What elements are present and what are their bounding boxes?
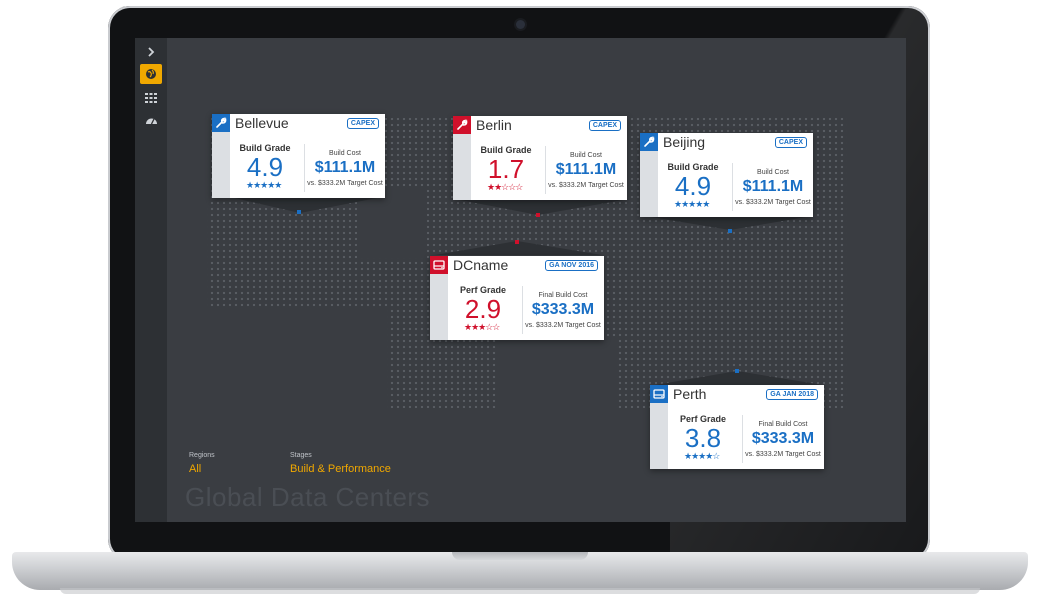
grade-value: 3.8	[684, 423, 722, 453]
grade-value: 1.7	[487, 154, 525, 184]
location-pin-bellevue[interactable]	[297, 210, 301, 214]
card-tag: CAPEX	[774, 137, 807, 148]
map-mask	[847, 118, 906, 408]
card-tag: CAPEX	[346, 118, 379, 129]
target-cost: vs. $333.2M Target Cost	[735, 199, 811, 206]
globe-icon[interactable]	[140, 64, 162, 84]
card-pointer	[230, 197, 382, 213]
location-pin-beijing[interactable]	[728, 229, 732, 233]
grade-value: 4.9	[674, 171, 712, 201]
card-title: Perth	[673, 386, 707, 402]
regions-filter[interactable]: Regions All	[189, 452, 215, 475]
sidebar	[135, 38, 167, 522]
cost-value: $111.1M	[555, 161, 617, 178]
card-title: Beijing	[663, 134, 706, 150]
chevron-right-icon[interactable]	[140, 42, 162, 62]
server-icon	[650, 385, 668, 403]
cost-label: Final Build Cost	[538, 292, 588, 299]
card-tag: CAPEX	[588, 120, 621, 131]
page-title: Global Data Centers	[185, 482, 431, 512]
target-cost: vs. $333.2M Target Cost	[548, 182, 624, 189]
star-rating: ★★★★☆	[684, 451, 720, 461]
cost-label: Build Cost	[757, 169, 789, 176]
location-card-beijing[interactable]: Beijing CAPEX Build Grade 4.9 ★★★★★ Buil…	[640, 133, 813, 217]
star-rating: ★★★★★	[246, 180, 282, 190]
regions-value: All	[189, 463, 202, 475]
stages-label: Stages	[290, 452, 312, 459]
target-cost: vs. $333.2M Target Cost	[745, 451, 821, 458]
star-rating: ★★★★★	[674, 199, 710, 209]
wrench-icon	[212, 114, 230, 132]
cost-value: $333.3M	[531, 301, 595, 318]
stages-filter[interactable]: Stages Build & Performance	[290, 452, 391, 475]
card-title: Bellevue	[235, 115, 289, 131]
grade-value: 2.9	[464, 294, 502, 324]
card-title: DCname	[453, 257, 509, 273]
card-tag: GA JAN 2018	[766, 389, 818, 400]
cost-label: Build Cost	[570, 152, 602, 159]
gauge-icon[interactable]	[140, 110, 162, 130]
cost-value: $111.1M	[742, 178, 804, 195]
cost-label: Final Build Cost	[758, 421, 808, 428]
location-card-perth[interactable]: Perth GA JAN 2018 Perf Grade 3.8 ★★★★☆ F…	[650, 385, 824, 469]
card-pointer	[645, 216, 812, 230]
cost-label: Build Cost	[329, 150, 361, 157]
wrench-icon	[640, 133, 658, 151]
cost-value: $111.1M	[314, 159, 376, 176]
card-tag: GA NOV 2016	[545, 260, 598, 271]
map-mask	[167, 38, 906, 118]
server-icon	[430, 256, 448, 274]
stages-value: Build & Performance	[290, 463, 391, 475]
map-mask	[497, 338, 617, 408]
grade-value: 4.9	[246, 152, 284, 182]
location-pin-berlin[interactable]	[536, 213, 540, 217]
regions-label: Regions	[189, 452, 215, 459]
card-pointer	[655, 371, 823, 385]
target-cost: vs. $333.2M Target Cost	[307, 180, 383, 187]
laptop-notch	[452, 552, 588, 560]
star-rating: ★★★☆☆	[464, 322, 500, 332]
location-pin-dcname[interactable]	[515, 240, 519, 244]
wrench-icon	[453, 116, 471, 134]
map-mask	[207, 308, 387, 408]
star-rating: ★★☆☆☆	[487, 182, 523, 192]
card-pointer	[460, 200, 623, 215]
location-pin-perth[interactable]	[735, 369, 739, 373]
card-title: Berlin	[476, 117, 512, 133]
grid-icon[interactable]	[140, 88, 162, 108]
camera	[516, 20, 525, 29]
target-cost: vs. $333.2M Target Cost	[525, 322, 601, 329]
location-card-berlin[interactable]: Berlin CAPEX Build Grade 1.7 ★★☆☆☆ Build…	[453, 116, 627, 200]
location-card-bellevue[interactable]: Bellevue CAPEX Build Grade 4.9 ★★★★★ Bui…	[212, 114, 385, 198]
location-card-dcname[interactable]: DCname GA NOV 2016 Perf Grade 2.9 ★★★☆☆ …	[430, 256, 604, 340]
cost-value: $333.3M	[751, 430, 815, 447]
laptop-foot	[60, 588, 980, 594]
